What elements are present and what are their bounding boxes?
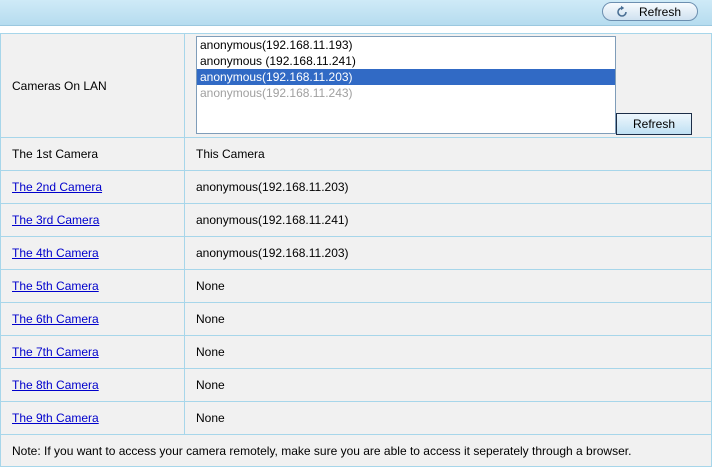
table-row: The 3rd Camera anonymous(192.168.11.241) bbox=[0, 203, 712, 237]
camera-link-5[interactable]: The 5th Camera bbox=[12, 279, 99, 293]
camera-table: Cameras On LAN anonymous(192.168.11.193)… bbox=[0, 33, 712, 467]
camera-link-3[interactable]: The 3rd Camera bbox=[12, 213, 99, 227]
lan-option[interactable]: anonymous (192.168.11.241) bbox=[197, 53, 615, 69]
table-row: The 8th Camera None bbox=[0, 368, 712, 402]
camera-link-8[interactable]: The 8th Camera bbox=[12, 378, 99, 392]
lan-row: Cameras On LAN anonymous(192.168.11.193)… bbox=[0, 33, 712, 138]
top-refresh-label: Refresh bbox=[639, 4, 682, 19]
camera-value: None bbox=[184, 269, 712, 303]
camera-value: anonymous(192.168.11.203) bbox=[184, 170, 712, 204]
camera-link-9[interactable]: The 9th Camera bbox=[12, 411, 99, 425]
table-row: The 7th Camera None bbox=[0, 335, 712, 369]
lan-option-selected[interactable]: anonymous(192.168.11.203) bbox=[197, 69, 615, 85]
camera-value: None bbox=[184, 302, 712, 336]
top-bar: Refresh bbox=[0, 0, 712, 26]
camera-link-2[interactable]: The 2nd Camera bbox=[12, 180, 102, 194]
note-row: Note: If you want to access your camera … bbox=[0, 434, 712, 467]
camera-value: anonymous(192.168.11.241) bbox=[184, 203, 712, 237]
table-row: The 6th Camera None bbox=[0, 302, 712, 336]
lan-refresh-button[interactable]: Refresh bbox=[616, 113, 692, 135]
camera-value: This Camera bbox=[184, 137, 712, 171]
lan-label: Cameras On LAN bbox=[0, 33, 185, 138]
lan-camera-listbox[interactable]: anonymous(192.168.11.193) anonymous (192… bbox=[196, 36, 616, 134]
top-refresh-button[interactable]: Refresh bbox=[602, 2, 698, 21]
camera-value: None bbox=[184, 335, 712, 369]
camera-link-7[interactable]: The 7th Camera bbox=[12, 345, 99, 359]
camera-value: None bbox=[184, 401, 712, 435]
camera-label: The 1st Camera bbox=[0, 137, 185, 171]
lan-option[interactable]: anonymous(192.168.11.243) bbox=[197, 85, 615, 101]
table-row: The 1st Camera This Camera bbox=[0, 137, 712, 171]
lan-cell: anonymous(192.168.11.193) anonymous (192… bbox=[184, 33, 712, 138]
camera-link-4[interactable]: The 4th Camera bbox=[12, 246, 99, 260]
note-text: Note: If you want to access your camera … bbox=[0, 434, 712, 467]
camera-link-6[interactable]: The 6th Camera bbox=[12, 312, 99, 326]
camera-value: None bbox=[184, 368, 712, 402]
table-row: The 2nd Camera anonymous(192.168.11.203) bbox=[0, 170, 712, 204]
camera-value: anonymous(192.168.11.203) bbox=[184, 236, 712, 270]
table-row: The 4th Camera anonymous(192.168.11.203) bbox=[0, 236, 712, 270]
table-row: The 5th Camera None bbox=[0, 269, 712, 303]
refresh-icon bbox=[615, 5, 629, 19]
table-row: The 9th Camera None bbox=[0, 401, 712, 435]
lan-option[interactable]: anonymous(192.168.11.193) bbox=[197, 37, 615, 53]
